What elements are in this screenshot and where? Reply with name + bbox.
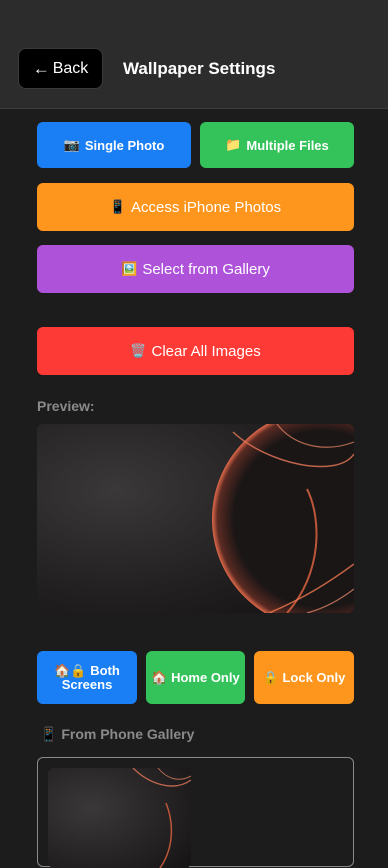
home-lock-icon: 🏠🔒 [54, 662, 87, 678]
phone-gallery-label: From Phone Gallery [61, 726, 195, 742]
home-only-button[interactable]: 🏠 Home Only [146, 651, 245, 704]
multiple-files-button[interactable]: 📁 Multiple Files [200, 122, 354, 168]
gallery-thumbnail[interactable] [48, 768, 191, 868]
access-iphone-photos-button[interactable]: 📱 Access iPhone Photos [37, 183, 354, 231]
header: ← Back Wallpaper Settings [0, 0, 388, 109]
phone-icon: 📱 [109, 199, 127, 214]
phone-gallery-heading: 📱 From Phone Gallery [40, 726, 194, 743]
wallpaper-preview-image [37, 424, 354, 613]
lock-only-button[interactable]: 🔒 Lock Only [254, 651, 354, 704]
clear-all-images-button[interactable]: 🗑️ Clear All Images [37, 327, 354, 375]
single-photo-button[interactable]: 📷 Single Photo [37, 122, 191, 168]
back-button[interactable]: ← Back [18, 48, 103, 89]
single-photo-label: Single Photo [84, 137, 165, 153]
folder-icon: 📁 [225, 137, 242, 152]
picture-icon: 🖼️ [121, 261, 138, 276]
back-button-label: Back [52, 59, 89, 77]
select-from-gallery-button[interactable]: 🖼️ Select from Gallery [37, 245, 354, 293]
phone-icon: 📱 [40, 726, 58, 742]
home-only-label: Home Only [171, 669, 240, 685]
access-iphone-photos-label: Access iPhone Photos [131, 198, 282, 216]
preview-label: Preview: [37, 398, 95, 414]
multiple-files-label: Multiple Files [246, 137, 329, 153]
clear-all-images-label: Clear All Images [151, 342, 261, 360]
back-arrow-icon: ← [32, 58, 50, 78]
both-screens-button[interactable]: 🏠🔒 Both Screens [37, 651, 137, 704]
page-title: Wallpaper Settings [123, 59, 276, 78]
select-from-gallery-label: Select from Gallery [142, 260, 270, 278]
phone-gallery-grid [37, 757, 354, 868]
camera-icon: 📷 [63, 137, 80, 152]
home-icon: 🏠 [151, 669, 168, 685]
lock-icon: 🔒 [262, 669, 279, 685]
lock-only-label: Lock Only [282, 669, 346, 685]
trash-icon: 🗑️ [130, 343, 147, 358]
